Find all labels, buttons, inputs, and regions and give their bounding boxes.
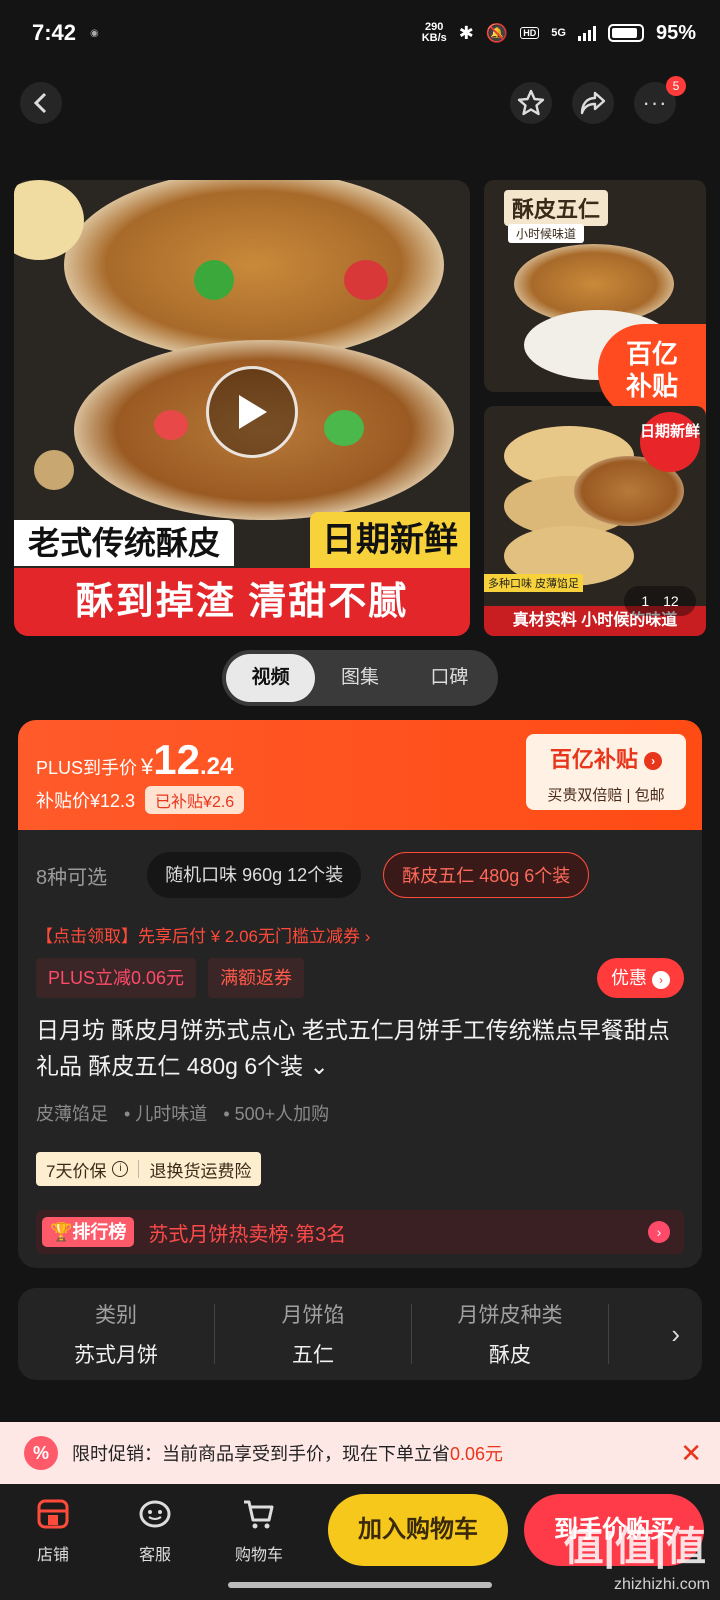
media-tabs: 视频 图集 口碑 bbox=[222, 650, 498, 706]
share-button[interactable] bbox=[572, 82, 614, 124]
main-product-video[interactable]: 老式传统酥皮 日期新鲜 酥到掉渣 清甜不腻 bbox=[14, 180, 470, 636]
chevron-down-icon: ⌄ bbox=[309, 1053, 329, 1079]
close-icon[interactable]: ✕ bbox=[680, 1438, 702, 1469]
flash-sale-text: 限时促销：当前商品享受到手价，现在下单立省0.06元 bbox=[72, 1444, 504, 1464]
gallery-counter: 1 12 bbox=[624, 586, 696, 616]
customer-service-button[interactable]: 客服 bbox=[120, 1498, 190, 1565]
favorite-button[interactable] bbox=[510, 82, 552, 124]
status-indicator-icon: ◉ bbox=[90, 27, 99, 39]
star-icon bbox=[517, 89, 545, 116]
ranking-text: 苏式月饼热卖榜·第3名 bbox=[148, 1223, 347, 1246]
chevron-right-icon: › bbox=[644, 752, 663, 771]
top-nav: ··· 5 bbox=[0, 76, 720, 128]
tab-reviews[interactable]: 口碑 bbox=[405, 654, 494, 702]
cart-icon bbox=[244, 1500, 274, 1529]
message-badge: 5 bbox=[666, 76, 686, 96]
more-dots-icon: ··· bbox=[642, 90, 668, 115]
plus-discount-tag: PLUS立减0.06元 bbox=[36, 958, 197, 998]
battery-icon bbox=[607, 24, 644, 42]
guarantee-strip[interactable]: 7天价保 i 退换货运费险 bbox=[36, 1152, 262, 1186]
signal-icon bbox=[577, 25, 596, 41]
chevron-right-icon: › bbox=[652, 971, 670, 989]
discount-icon: % bbox=[24, 1436, 58, 1470]
bluetooth-icon: ✱ bbox=[458, 22, 474, 43]
ranking-row[interactable]: 🏆排行榜 苏式月饼热卖榜·第3名 › bbox=[36, 1210, 684, 1254]
image-caption-left: 老式传统酥皮 bbox=[14, 520, 235, 566]
thumb2-date-tag: 日期新鲜 bbox=[640, 412, 700, 472]
bottom-action-bar: 店铺 客服 购物车 加入购物车 到手价购买 值|值|值 zhizhizhi.co… bbox=[0, 1484, 720, 1600]
image-gallery[interactable]: 老式传统酥皮 日期新鲜 酥到掉渣 清甜不腻 酥皮五仁 小时候味道 百亿 补贴 日期… bbox=[14, 180, 706, 636]
subsidy-price: 补贴价¥12.3 bbox=[36, 791, 136, 811]
attr-crust: 月饼皮种类 酥皮 bbox=[457, 1304, 563, 1367]
price-card: PLUS到手价 ¥ 12 .24 补贴价¥12.3 已补贴¥2.6 百亿补贴 ›… bbox=[18, 720, 702, 830]
ranking-badge: 🏆排行榜 bbox=[42, 1217, 135, 1247]
gallery-thumb-2[interactable]: 日期新鲜 多种口味 皮薄馅足 真材实料 小时候的味道 1 12 bbox=[484, 406, 706, 636]
flash-sale-bar[interactable]: % 限时促销：当前商品享受到手价，现在下单立省0.06元 ✕ bbox=[0, 1422, 720, 1484]
tab-video[interactable]: 视频 bbox=[226, 654, 316, 702]
more-button[interactable]: ··· 5 bbox=[634, 76, 686, 124]
attr-category: 类别 苏式月饼 bbox=[74, 1304, 158, 1367]
hd-icon: HD bbox=[520, 27, 540, 39]
play-icon bbox=[239, 395, 267, 429]
attr-filling: 月饼馅 五仁 bbox=[281, 1304, 345, 1367]
trophy-icon: 🏆 bbox=[50, 1222, 73, 1242]
tab-gallery[interactable]: 图集 bbox=[315, 654, 404, 702]
status-time: 7:42 bbox=[32, 20, 77, 45]
thumb2-label: 多种口味 皮薄馅足 bbox=[484, 574, 584, 592]
variant-count[interactable]: 8种可选 bbox=[36, 861, 107, 890]
product-title[interactable]: 日月坊 酥皮月饼苏式点心 老式五仁月饼手工传统糕点早餐甜点礼品 酥皮五仁 480… bbox=[36, 1012, 676, 1084]
thumb1-title: 酥皮五仁 bbox=[504, 190, 609, 226]
home-indicator[interactable] bbox=[228, 1582, 492, 1588]
discount-button[interactable]: 优惠 › bbox=[596, 958, 684, 998]
chat-face-icon bbox=[139, 1500, 171, 1528]
share-icon bbox=[580, 91, 606, 115]
cart-button[interactable]: 购物车 bbox=[224, 1498, 294, 1565]
coupon-link[interactable]: 【点击领取】先享后付 ¥ 2.06无门槛立减券 › bbox=[36, 922, 370, 947]
thumb1-subtitle: 小时候味道 bbox=[508, 224, 585, 243]
play-button[interactable] bbox=[206, 366, 298, 458]
yi-subsidy-panel[interactable]: 百亿补贴 › 买贵双倍赔 | 包邮 bbox=[526, 734, 686, 810]
watermark-logo: 值|值|值 bbox=[563, 1525, 706, 1569]
variant-option[interactable]: 随机口味 960g 12个装 bbox=[147, 852, 362, 898]
battery-percent: 95% bbox=[655, 21, 696, 44]
image-caption-right: 日期新鲜 bbox=[310, 512, 470, 568]
shop-icon bbox=[37, 1499, 69, 1529]
back-arrow-icon bbox=[33, 92, 47, 114]
back-button[interactable] bbox=[20, 82, 62, 124]
subsidized-amount: 已补贴¥2.6 bbox=[145, 786, 245, 814]
chevron-right-icon[interactable]: › bbox=[671, 1319, 680, 1350]
product-tags: 皮薄馅足 • 儿时味道 • 500+人加购 bbox=[36, 1104, 330, 1124]
attributes-bar[interactable]: 类别 苏式月饼 月饼馅 五仁 月饼皮种类 酥皮 › bbox=[18, 1288, 702, 1380]
product-detail-card: 8种可选 随机口味 960g 12个装 酥皮五仁 480g 6个装 【点击领取】… bbox=[18, 830, 702, 1268]
network-type: 5G bbox=[551, 27, 566, 39]
info-icon: i bbox=[112, 1161, 129, 1177]
image-caption-bottom: 酥到掉渣 清甜不腻 bbox=[14, 568, 470, 636]
shop-button[interactable]: 店铺 bbox=[18, 1498, 88, 1565]
variant-option-selected[interactable]: 酥皮五仁 480g 6个装 bbox=[383, 852, 590, 898]
status-bar: 7:42 ◉ 290 KB/s ✱ 🔕 HD 5G 95% bbox=[0, 0, 720, 66]
mute-icon: 🔕 bbox=[485, 22, 509, 43]
yi-subsidy-badge: 百亿 补贴 bbox=[598, 324, 706, 418]
add-to-cart-button[interactable]: 加入购物车 bbox=[328, 1494, 508, 1566]
chevron-right-icon: › bbox=[648, 1221, 670, 1243]
watermark-url: zhizhizhi.com bbox=[613, 1576, 710, 1593]
variant-selector: 8种可选 随机口味 960g 12个装 酥皮五仁 480g 6个装 bbox=[36, 852, 611, 898]
network-speed: 290 KB/s bbox=[421, 21, 447, 44]
cashback-tag: 满额返券 bbox=[208, 958, 305, 998]
